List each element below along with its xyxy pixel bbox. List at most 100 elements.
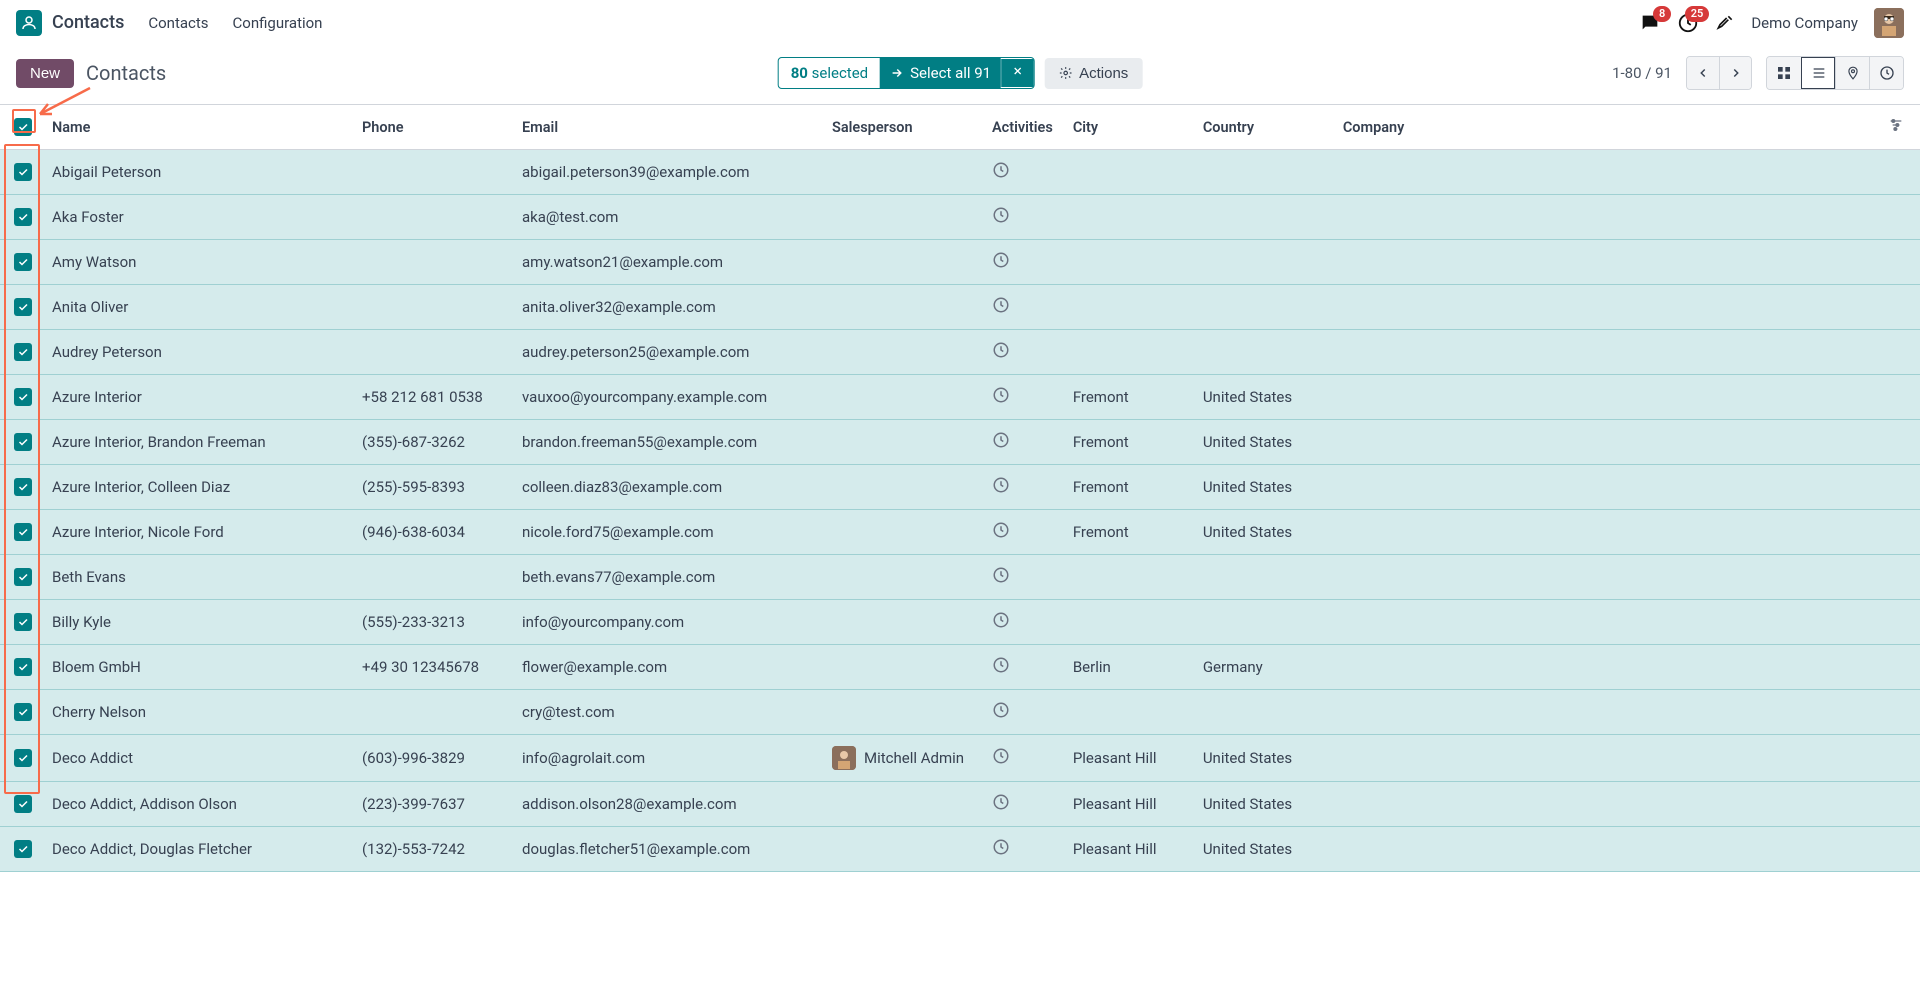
cell-email[interactable]: nicole.ford75@example.com [512, 510, 822, 555]
cell-phone[interactable] [352, 330, 512, 375]
cell-name[interactable]: Amy Watson [42, 240, 352, 285]
cell-country[interactable]: United States [1193, 420, 1333, 465]
list-view-button[interactable] [1801, 57, 1835, 89]
row-checkbox[interactable] [14, 523, 32, 541]
cell-city[interactable]: Pleasant Hill [1063, 827, 1193, 872]
cell-country[interactable] [1193, 330, 1333, 375]
cell-phone[interactable]: (603)-996-3829 [352, 735, 512, 782]
cell-city[interactable] [1063, 240, 1193, 285]
clock-icon[interactable] [992, 793, 1010, 811]
table-row[interactable]: Bloem GmbH+49 30 12345678flower@example.… [0, 645, 1920, 690]
cell-email[interactable]: aka@test.com [512, 195, 822, 240]
nav-configuration[interactable]: Configuration [233, 14, 323, 32]
row-checkbox[interactable] [14, 253, 32, 271]
pager-prev-button[interactable] [1687, 57, 1719, 89]
cell-city[interactable] [1063, 690, 1193, 735]
actions-button[interactable]: Actions [1045, 58, 1142, 89]
cell-email[interactable]: colleen.diaz83@example.com [512, 465, 822, 510]
nav-contacts[interactable]: Contacts [148, 14, 208, 32]
cell-company[interactable] [1333, 735, 1878, 782]
cell-phone[interactable] [352, 150, 512, 195]
pager-next-button[interactable] [1719, 57, 1751, 89]
row-checkbox[interactable] [14, 163, 32, 181]
table-row[interactable]: Azure Interior, Nicole Ford(946)-638-603… [0, 510, 1920, 555]
col-header-city[interactable]: City [1063, 105, 1193, 150]
col-header-name[interactable]: Name [42, 105, 352, 150]
cell-country[interactable] [1193, 240, 1333, 285]
col-header-phone[interactable]: Phone [352, 105, 512, 150]
cell-email[interactable]: douglas.fletcher51@example.com [512, 827, 822, 872]
cell-activities[interactable] [982, 690, 1063, 735]
row-checkbox[interactable] [14, 433, 32, 451]
clock-icon[interactable] [992, 296, 1010, 314]
row-checkbox[interactable] [14, 840, 32, 858]
cell-email[interactable]: vauxoo@yourcompany.example.com [512, 375, 822, 420]
cell-city[interactable]: Pleasant Hill [1063, 782, 1193, 827]
app-icon[interactable] [16, 10, 42, 36]
cell-company[interactable] [1333, 195, 1878, 240]
cell-activities[interactable] [982, 195, 1063, 240]
cell-activities[interactable] [982, 375, 1063, 420]
row-checkbox[interactable] [14, 749, 32, 767]
table-row[interactable]: Deco Addict, Douglas Fletcher(132)-553-7… [0, 827, 1920, 872]
clock-icon[interactable] [992, 341, 1010, 359]
table-row[interactable]: Deco Addict(603)-996-3829info@agrolait.c… [0, 735, 1920, 782]
table-row[interactable]: Azure Interior+58 212 681 0538vauxoo@you… [0, 375, 1920, 420]
cell-activities[interactable] [982, 150, 1063, 195]
cell-salesperson[interactable] [822, 150, 982, 195]
cell-salesperson[interactable] [822, 240, 982, 285]
col-header-salesperson[interactable]: Salesperson [822, 105, 982, 150]
select-all-checkbox[interactable] [14, 118, 32, 136]
cell-salesperson[interactable] [822, 690, 982, 735]
activities-icon[interactable]: 25 [1677, 12, 1699, 34]
cell-salesperson[interactable] [822, 600, 982, 645]
row-checkbox[interactable] [14, 658, 32, 676]
cell-company[interactable] [1333, 285, 1878, 330]
cell-name[interactable]: Deco Addict, Douglas Fletcher [42, 827, 352, 872]
clock-icon[interactable] [992, 747, 1010, 765]
clock-icon[interactable] [992, 838, 1010, 856]
kanban-view-button[interactable] [1767, 57, 1801, 89]
cell-company[interactable] [1333, 600, 1878, 645]
cell-salesperson[interactable] [822, 285, 982, 330]
cell-company[interactable] [1333, 465, 1878, 510]
cell-company[interactable] [1333, 690, 1878, 735]
cell-activities[interactable] [982, 330, 1063, 375]
cell-name[interactable]: Aka Foster [42, 195, 352, 240]
cell-email[interactable]: anita.oliver32@example.com [512, 285, 822, 330]
cell-company[interactable] [1333, 420, 1878, 465]
cell-country[interactable] [1193, 600, 1333, 645]
table-row[interactable]: Amy Watsonamy.watson21@example.com [0, 240, 1920, 285]
cell-email[interactable]: addison.olson28@example.com [512, 782, 822, 827]
cell-phone[interactable]: (132)-553-7242 [352, 827, 512, 872]
cell-phone[interactable] [352, 555, 512, 600]
cell-city[interactable]: Fremont [1063, 375, 1193, 420]
cell-activities[interactable] [982, 827, 1063, 872]
cell-name[interactable]: Azure Interior, Brandon Freeman [42, 420, 352, 465]
cell-name[interactable]: Billy Kyle [42, 600, 352, 645]
cell-activities[interactable] [982, 465, 1063, 510]
cell-name[interactable]: Bloem GmbH [42, 645, 352, 690]
cell-name[interactable]: Beth Evans [42, 555, 352, 600]
row-checkbox[interactable] [14, 298, 32, 316]
clock-icon[interactable] [992, 386, 1010, 404]
row-checkbox[interactable] [14, 795, 32, 813]
cell-activities[interactable] [982, 735, 1063, 782]
cell-email[interactable]: brandon.freeman55@example.com [512, 420, 822, 465]
cell-salesperson[interactable] [822, 195, 982, 240]
cell-name[interactable]: Audrey Peterson [42, 330, 352, 375]
cell-country[interactable] [1193, 150, 1333, 195]
cell-email[interactable]: info@agrolait.com [512, 735, 822, 782]
clock-icon[interactable] [992, 161, 1010, 179]
cell-activities[interactable] [982, 285, 1063, 330]
clock-icon[interactable] [992, 206, 1010, 224]
cell-name[interactable]: Azure Interior, Colleen Diaz [42, 465, 352, 510]
cell-city[interactable]: Berlin [1063, 645, 1193, 690]
cell-name[interactable]: Deco Addict [42, 735, 352, 782]
cell-company[interactable] [1333, 150, 1878, 195]
cell-country[interactable] [1193, 195, 1333, 240]
cell-activities[interactable] [982, 600, 1063, 645]
cell-city[interactable]: Pleasant Hill [1063, 735, 1193, 782]
cell-name[interactable]: Anita Oliver [42, 285, 352, 330]
cell-name[interactable]: Azure Interior [42, 375, 352, 420]
